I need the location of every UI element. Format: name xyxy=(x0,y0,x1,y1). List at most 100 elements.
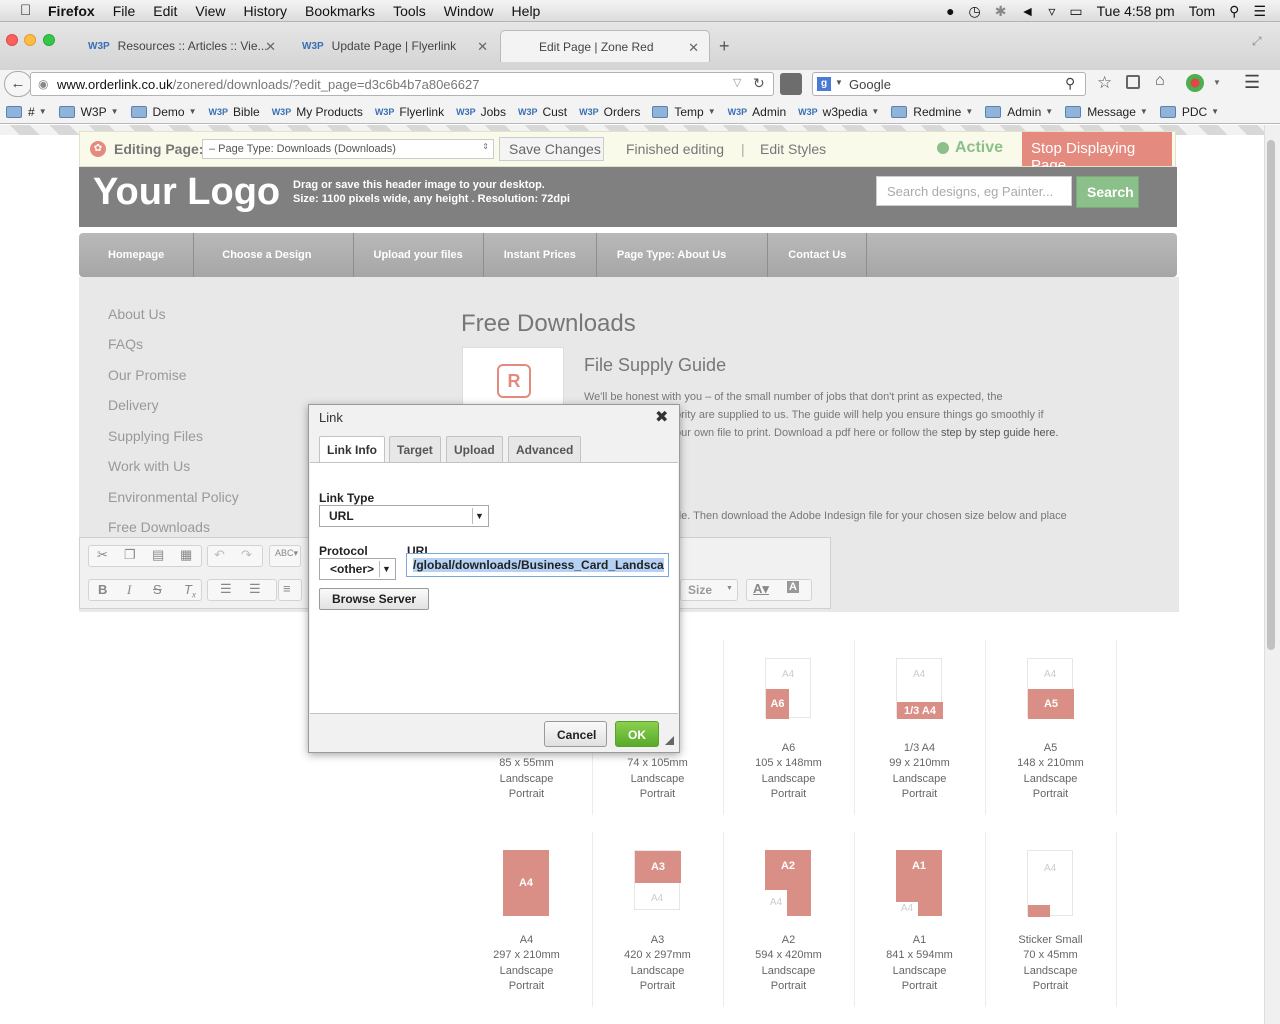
tab-link-info[interactable]: Link Info xyxy=(319,436,385,465)
minimize-window-button[interactable] xyxy=(24,34,36,46)
cancel-button[interactable]: Cancel xyxy=(544,721,607,747)
site-search-input[interactable]: Search designs, eg Painter... xyxy=(876,176,1072,206)
tab-advanced[interactable]: Advanced xyxy=(508,436,582,463)
portrait-link[interactable]: Portrait xyxy=(461,787,592,802)
tab-edit-page[interactable]: Edit Page | Zone Red ✕ xyxy=(500,30,710,62)
undo-icon[interactable]: ↶ xyxy=(214,547,225,563)
bluetooth-icon[interactable]: ✱ xyxy=(995,3,1007,20)
resize-grip-icon[interactable] xyxy=(665,736,674,745)
evernote-icon[interactable]: ● xyxy=(946,3,954,19)
close-tab-icon[interactable]: ✕ xyxy=(688,40,699,56)
redo-icon[interactable]: ↷ xyxy=(241,547,252,563)
landscape-link[interactable]: Landscape xyxy=(461,772,592,787)
wifi-icon[interactable]: ▿ xyxy=(1048,3,1055,20)
tab-target[interactable]: Target xyxy=(389,436,441,463)
spellcheck-icon[interactable]: ABC▾ xyxy=(275,548,298,559)
new-tab-icon[interactable]: + xyxy=(719,36,730,57)
portrait-link[interactable]: Portrait xyxy=(461,979,592,994)
sidebar-our-promise[interactable]: Our Promise xyxy=(108,367,187,383)
google-icon[interactable]: g xyxy=(817,77,831,91)
bookmark-bible[interactable]: W3P Bible xyxy=(208,105,259,119)
landscape-link[interactable]: Landscape xyxy=(592,964,723,979)
zoom-window-button[interactable] xyxy=(43,34,55,46)
portrait-link[interactable]: Portrait xyxy=(854,787,985,802)
bookmark-cust[interactable]: W3P Cust xyxy=(518,105,567,119)
remove-format-icon[interactable]: Tx xyxy=(184,582,196,600)
ok-button[interactable]: OK xyxy=(615,721,659,747)
site-search-button[interactable]: Search xyxy=(1076,176,1139,208)
sidebar-free-downloads[interactable]: Free Downloads xyxy=(108,519,210,535)
menu-history[interactable]: History xyxy=(243,3,287,19)
sidebar-work-with-us[interactable]: Work with Us xyxy=(108,458,190,474)
apple-icon[interactable]:  xyxy=(20,2,36,19)
addon-icon[interactable] xyxy=(1186,74,1204,92)
sidebar-about-us[interactable]: About Us xyxy=(108,306,166,322)
third-a4-doc-icon[interactable]: A4 1/3 A4 xyxy=(896,658,943,719)
volume-icon[interactable]: ◄ xyxy=(1021,3,1035,19)
edit-styles-link[interactable]: Edit Styles xyxy=(760,141,826,157)
bookmark-folder-admin[interactable]: Admin ▼ xyxy=(985,105,1053,119)
bg-color-icon[interactable]: A xyxy=(787,581,799,593)
italic-icon[interactable]: I xyxy=(127,582,131,598)
search-bar[interactable]: g ▼ Google ⚲ xyxy=(812,72,1086,96)
bookmarks-menu-icon[interactable] xyxy=(1126,75,1140,89)
menu-app[interactable]: Firefox xyxy=(48,3,95,19)
landscape-link[interactable]: Landscape xyxy=(854,964,985,979)
a1-doc-icon[interactable]: A1 A4 xyxy=(896,850,942,916)
bookmark-flyerlink[interactable]: W3P Flyerlink xyxy=(375,105,444,119)
bookmark-folder-redmine[interactable]: Redmine ▼ xyxy=(891,105,973,119)
bookmark-folder-demo[interactable]: Demo ▼ xyxy=(130,105,196,119)
paste-icon[interactable]: ▤ xyxy=(152,547,164,563)
portrait-link[interactable]: Portrait xyxy=(592,979,723,994)
site-logo[interactable]: Your Logo xyxy=(93,171,280,214)
bold-icon[interactable]: B xyxy=(98,582,107,597)
landscape-link[interactable]: Landscape xyxy=(592,772,723,787)
close-tab-icon[interactable]: ✕ xyxy=(265,39,276,55)
strikethrough-icon[interactable]: S xyxy=(153,582,162,597)
bookmark-folder-hash[interactable]: # ▼ xyxy=(6,105,47,119)
menu-edit[interactable]: Edit xyxy=(153,3,177,19)
portrait-link[interactable]: Portrait xyxy=(985,979,1116,994)
nav-page-type[interactable]: Page Type: About Us xyxy=(597,233,769,277)
reload-icon[interactable]: ↻ xyxy=(753,75,765,92)
sidebar-faqs[interactable]: FAQs xyxy=(108,336,143,352)
nav-choose-design[interactable]: Choose a Design xyxy=(194,233,354,277)
engine-dropdown-icon[interactable]: ▼ xyxy=(835,78,843,87)
nav-instant-prices[interactable]: Instant Prices xyxy=(484,233,597,277)
fullscreen-icon[interactable]: ⤢ xyxy=(1252,34,1262,49)
close-tab-icon[interactable]: ✕ xyxy=(477,39,488,55)
a6-doc-icon[interactable]: A4 A6 xyxy=(765,658,811,719)
bookmark-jobs[interactable]: W3P Jobs xyxy=(456,105,506,119)
tab-resources[interactable]: W3P Resources :: Articles :: Vie... ✕ xyxy=(74,30,286,62)
menu-bookmarks[interactable]: Bookmarks xyxy=(305,3,375,19)
landscape-link[interactable]: Landscape xyxy=(985,772,1116,787)
clock[interactable]: Tue 4:58 pm xyxy=(1097,3,1175,19)
stop-displaying-button[interactable]: Stop Displaying Page xyxy=(1022,132,1172,174)
text-color-icon[interactable]: A▾ xyxy=(753,581,769,597)
addon-dropdown-icon[interactable]: ▼ xyxy=(1213,78,1221,87)
a3-doc-icon[interactable]: A3 A4 xyxy=(634,850,681,910)
scrollbar-thumb[interactable] xyxy=(1267,140,1275,650)
menu-tools[interactable]: Tools xyxy=(393,3,426,19)
landscape-link[interactable]: Landscape xyxy=(461,964,592,979)
nav-homepage[interactable]: Homepage xyxy=(79,233,195,277)
hamburger-menu-icon[interactable]: ☰ xyxy=(1244,72,1260,93)
page-type-select[interactable]: – Page Type: Downloads (Downloads) ⇕ xyxy=(202,139,494,159)
nav-contact-us[interactable]: Contact Us xyxy=(768,233,868,277)
portrait-link[interactable]: Portrait xyxy=(723,979,854,994)
numbered-list-icon[interactable]: ☰ xyxy=(220,581,232,597)
portrait-link[interactable]: Portrait xyxy=(592,787,723,802)
landscape-link[interactable]: Landscape xyxy=(723,772,854,787)
bullet-list-icon[interactable]: ☰ xyxy=(249,581,261,597)
portrait-link[interactable]: Portrait xyxy=(854,979,985,994)
spotlight-icon[interactable]: ⚲ xyxy=(1229,3,1239,20)
paste-text-icon[interactable]: ▦ xyxy=(180,547,192,563)
bookmark-w3pedia[interactable]: W3P w3pedia ▼ xyxy=(798,105,879,119)
notifications-icon[interactable]: ☰ xyxy=(1253,3,1266,20)
back-button[interactable]: ← xyxy=(4,71,32,97)
cut-icon[interactable]: ✂ xyxy=(97,547,108,563)
landscape-link[interactable]: Landscape xyxy=(723,964,854,979)
url-bar[interactable]: ◉ www.orderlink.co.uk/zonered/downloads/… xyxy=(30,72,774,96)
bookmark-admin[interactable]: W3P Admin xyxy=(728,105,787,119)
finished-editing-link[interactable]: Finished editing xyxy=(626,141,724,157)
